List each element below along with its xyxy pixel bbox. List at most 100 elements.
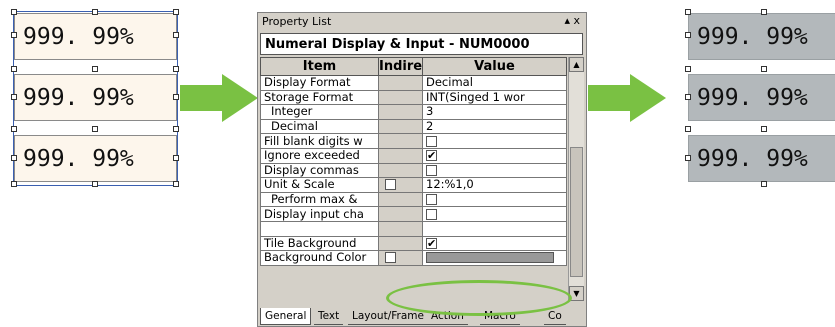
column-header-value[interactable]: Value — [422, 57, 567, 76]
vertical-scrollbar[interactable]: ▲ ▼ — [568, 57, 584, 301]
resize-handle[interactable] — [173, 9, 179, 15]
property-item-label[interactable]: Ignore exceeded — [260, 147, 379, 164]
resize-handle[interactable] — [173, 126, 179, 132]
property-item-label[interactable]: Unit & Scale — [260, 177, 379, 193]
panel-controls[interactable]: ▴ x — [564, 14, 580, 27]
property-item-label[interactable]: Perform max & — [260, 191, 379, 208]
property-value[interactable]: 2 — [422, 118, 567, 135]
resize-handle[interactable] — [173, 32, 179, 38]
property-row[interactable]: Display input cha — [260, 206, 567, 222]
tab-co[interactable]: Co — [544, 308, 566, 325]
right-numeral-display[interactable]: 999. 99% 999. 99% 999. 99% — [683, 9, 835, 187]
property-value[interactable]: INT(Singed 1 wor — [422, 89, 567, 106]
color-swatch[interactable] — [426, 252, 554, 264]
property-item-label[interactable]: Background Color — [260, 250, 379, 266]
resize-handle[interactable] — [685, 9, 691, 15]
property-value-checkbox-cell[interactable] — [422, 162, 567, 179]
numeral-value: 999. 99% — [697, 145, 808, 172]
resize-handle[interactable] — [761, 9, 767, 15]
numeral-box-1[interactable]: 999. 99% — [14, 13, 177, 60]
property-indirect-cell[interactable] — [378, 177, 423, 193]
property-indirect-cell[interactable] — [378, 250, 423, 266]
numeral-box-3[interactable]: 999. 99% — [14, 135, 177, 182]
property-row[interactable]: Display Format Decimal — [260, 75, 567, 91]
arrow-shaft — [180, 85, 224, 111]
resize-handle[interactable] — [685, 66, 691, 72]
resize-handle[interactable] — [761, 66, 767, 72]
property-item-label[interactable]: Display Format — [260, 75, 379, 91]
property-row[interactable] — [260, 220, 567, 237]
scroll-up-icon[interactable]: ▲ — [569, 57, 584, 72]
checked-checkbox[interactable]: ✔ — [426, 237, 437, 249]
resize-handle[interactable] — [173, 181, 179, 187]
left-numeral-display[interactable]: 999. 99% 999. 99% 999. 99% — [9, 9, 179, 187]
column-header-item[interactable]: Item — [260, 57, 379, 76]
property-value-checkbox-cell[interactable] — [422, 206, 567, 222]
property-row[interactable]: Ignore exceeded ✔ — [260, 147, 567, 164]
property-row[interactable]: Tile Background ✔ — [260, 235, 567, 252]
property-item-label[interactable]: Tile Background — [260, 235, 379, 252]
indirect-checkbox[interactable] — [385, 179, 396, 191]
resize-handle[interactable] — [685, 126, 691, 132]
property-value[interactable]: Decimal — [422, 75, 567, 91]
tab-text[interactable]: Text — [314, 308, 344, 325]
property-item-label[interactable]: Fill blank digits w — [260, 133, 379, 149]
property-row[interactable]: Storage Format INT(Singed 1 wor — [260, 89, 567, 106]
unchecked-checkbox[interactable] — [426, 208, 437, 220]
property-item-label[interactable] — [260, 220, 379, 237]
property-value-checkbox-cell[interactable]: ✔ — [422, 147, 567, 164]
property-value-checkbox-cell[interactable] — [422, 191, 567, 208]
resize-handle[interactable] — [92, 66, 98, 72]
property-row[interactable]: Fill blank digits w — [260, 133, 567, 149]
property-item-label[interactable]: Integer — [260, 104, 379, 120]
property-row[interactable]: Perform max & — [260, 191, 567, 208]
numeral-box-2[interactable]: 999. 99% — [14, 74, 177, 121]
property-value-checkbox-cell[interactable]: ✔ — [422, 235, 567, 252]
resize-handle[interactable] — [173, 66, 179, 72]
checked-checkbox[interactable]: ✔ — [426, 150, 437, 162]
resize-handle[interactable] — [92, 9, 98, 15]
numeral-box-3[interactable]: 999. 99% — [688, 135, 835, 182]
resize-handle[interactable] — [685, 32, 691, 38]
unchecked-checkbox[interactable] — [426, 164, 437, 176]
unchecked-checkbox[interactable] — [426, 135, 437, 147]
resize-handle[interactable] — [11, 155, 17, 161]
resize-handle[interactable] — [11, 66, 17, 72]
resize-handle[interactable] — [761, 181, 767, 187]
background-color-value[interactable] — [422, 250, 567, 266]
property-row[interactable]: Display commas — [260, 162, 567, 179]
column-header-indirect[interactable]: Indire — [378, 57, 423, 76]
resize-handle[interactable] — [685, 155, 691, 161]
resize-handle[interactable] — [92, 181, 98, 187]
indirect-checkbox[interactable] — [385, 252, 396, 264]
numeral-box-2[interactable]: 999. 99% — [688, 74, 835, 121]
property-value-checkbox-cell[interactable] — [422, 133, 567, 149]
property-indirect-cell — [378, 191, 423, 208]
property-row[interactable]: Unit & Scale 12:%1,0 — [260, 177, 567, 193]
property-item-label[interactable]: Storage Format — [260, 89, 379, 106]
resize-handle[interactable] — [685, 94, 691, 100]
property-row[interactable]: Background Color — [260, 250, 567, 266]
resize-handle[interactable] — [92, 126, 98, 132]
numeral-box-1[interactable]: 999. 99% — [688, 13, 835, 60]
unchecked-checkbox[interactable] — [426, 194, 437, 206]
scroll-thumb[interactable] — [570, 147, 583, 277]
resize-handle[interactable] — [11, 126, 17, 132]
property-item-label[interactable]: Display input cha — [260, 206, 379, 222]
property-value[interactable]: 3 — [422, 104, 567, 120]
property-item-label[interactable]: Display commas — [260, 162, 379, 179]
property-indirect-cell — [378, 235, 423, 252]
resize-handle[interactable] — [11, 94, 17, 100]
resize-handle[interactable] — [11, 9, 17, 15]
resize-handle[interactable] — [11, 181, 17, 187]
property-value[interactable]: 12:%1,0 — [422, 177, 567, 193]
resize-handle[interactable] — [173, 155, 179, 161]
tab-general[interactable]: General — [260, 308, 312, 325]
property-value-empty[interactable] — [422, 220, 567, 237]
resize-handle[interactable] — [761, 126, 767, 132]
property-row[interactable]: Integer 3 — [260, 104, 567, 120]
resize-handle[interactable] — [11, 32, 17, 38]
resize-handle[interactable] — [173, 94, 179, 100]
property-row[interactable]: Decimal 2 — [260, 118, 567, 135]
property-item-label[interactable]: Decimal — [260, 118, 379, 135]
